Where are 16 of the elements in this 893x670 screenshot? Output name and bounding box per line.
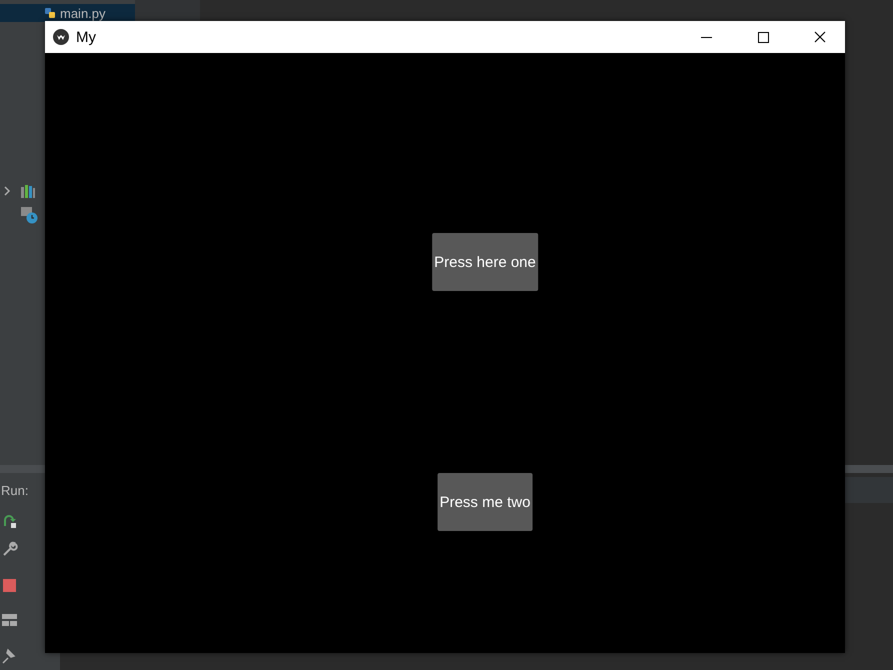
library-icon [20,184,36,198]
press-button[interactable]: Press here one [432,233,538,291]
scratch-clock-icon [20,206,38,224]
highlighted-row [845,477,893,503]
python-file-icon [44,7,56,19]
minimize-icon [700,36,712,38]
chevron-right-icon[interactable] [2,185,12,197]
app-logo-icon [53,29,69,45]
layout-icon[interactable] [2,614,17,626]
rerun-icon[interactable] [2,513,18,529]
wrench-icon[interactable] [2,541,18,557]
run-label: Run: [1,483,28,498]
maximize-icon [758,32,768,42]
press-button[interactable]: Press me two [438,473,532,531]
window-title: My [76,28,97,46]
close-icon [814,31,826,43]
